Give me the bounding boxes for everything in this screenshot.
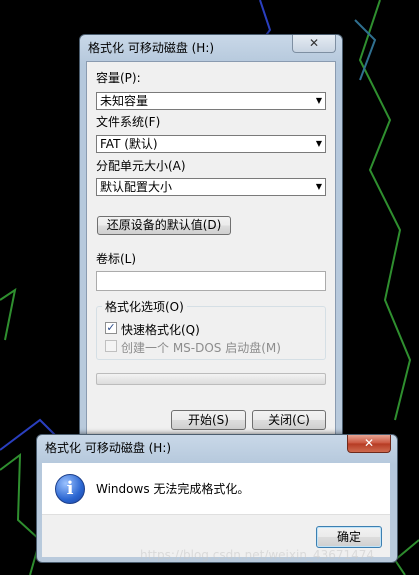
chevron-down-icon: ▼ — [315, 182, 322, 191]
format-options-title: 格式化选项(O) — [102, 298, 187, 315]
message-box-body: i Windows 无法完成格式化。 — [42, 463, 390, 514]
format-dialog: 格式化 可移动磁盘 (H:) ✕ 容量(P): 未知容量 ▼ 文件系统(F) F… — [79, 34, 343, 441]
capacity-select[interactable]: 未知容量 ▼ — [96, 92, 326, 110]
allocation-label: 分配单元大小(A) — [96, 159, 186, 173]
allocation-value: 默认配置大小 — [100, 180, 173, 194]
message-box-close-button[interactable]: ✕ — [347, 435, 391, 453]
format-dialog-close-button[interactable]: ✕ — [292, 35, 336, 53]
format-progress-bar — [96, 373, 326, 385]
filesystem-label: 文件系统(F) — [96, 115, 161, 129]
allocation-select[interactable]: 默认配置大小 ▼ — [96, 178, 326, 196]
close-label: 关闭(C) — [268, 413, 310, 427]
desktop-line-art — [358, 0, 412, 421]
capacity-label: 容量(P): — [96, 71, 141, 85]
close-icon: ✕ — [308, 36, 320, 50]
close-icon: ✕ — [363, 436, 375, 450]
message-box-title: 格式化 可移动磁盘 (H:) — [45, 441, 172, 455]
chevron-down-icon: ▼ — [315, 139, 322, 148]
quick-format-checkbox[interactable]: ✓ — [105, 322, 117, 334]
desktop-line-art — [0, 287, 17, 341]
desktop-line-art — [0, 452, 42, 575]
message-box: 格式化 可移动磁盘 (H:) ✕ i Windows 无法完成格式化。 确定 — [36, 434, 398, 563]
msdos-boot-label[interactable]: 创建一个 MS-DOS 启动盘(M) — [121, 339, 281, 356]
start-button[interactable]: 开始(S) — [171, 410, 246, 430]
volume-label-label: 卷标(L) — [96, 252, 137, 266]
chevron-down-icon: ▼ — [315, 96, 322, 105]
filesystem-value: FAT (默认) — [100, 137, 158, 151]
msdos-boot-checkbox[interactable] — [105, 340, 117, 352]
volume-label-input[interactable] — [96, 271, 326, 291]
info-icon: i — [55, 474, 85, 504]
checkmark-icon: ✓ — [106, 321, 116, 334]
ok-button[interactable]: 确定 — [316, 526, 382, 548]
capacity-value: 未知容量 — [100, 94, 149, 108]
desktop-line-art — [393, 539, 419, 575]
close-button[interactable]: 关闭(C) — [252, 410, 326, 430]
start-label: 开始(S) — [188, 413, 229, 427]
restore-defaults-button[interactable]: 还原设备的默认值(D) — [97, 216, 231, 235]
message-text: Windows 无法完成格式化。 — [96, 482, 250, 496]
restore-defaults-label: 还原设备的默认值(D) — [106, 218, 222, 232]
quick-format-label[interactable]: 快速格式化(Q) — [121, 321, 200, 338]
ok-label: 确定 — [336, 530, 361, 544]
watermark-text: https://blog.csdn.net/weixin_43671474 — [140, 548, 375, 562]
filesystem-select[interactable]: FAT (默认) ▼ — [96, 135, 326, 153]
format-dialog-client: 容量(P): 未知容量 ▼ 文件系统(F) FAT (默认) ▼ 分配单元大小(… — [86, 61, 336, 435]
format-dialog-title: 格式化 可移动磁盘 (H:) — [88, 41, 215, 55]
